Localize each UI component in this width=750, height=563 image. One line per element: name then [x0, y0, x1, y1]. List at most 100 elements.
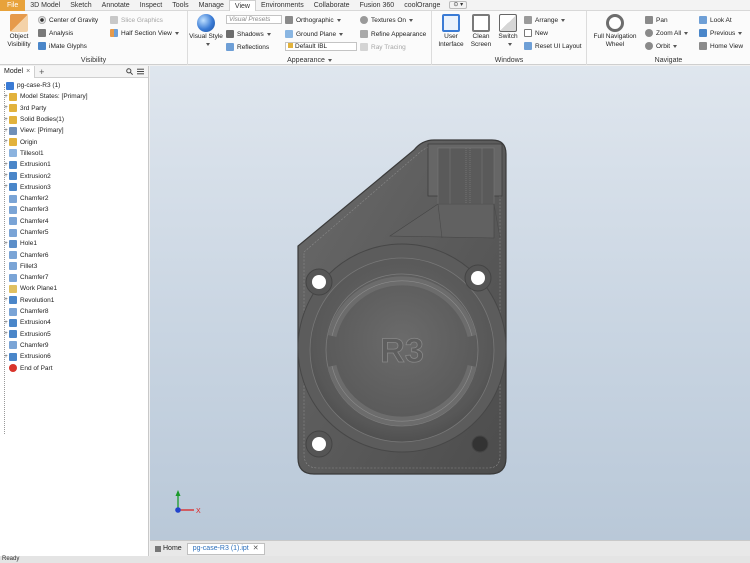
tree-item-label: End of Part	[20, 364, 53, 372]
tree-item[interactable]: + Extrusion4	[0, 317, 148, 328]
tree-item[interactable]: + Extrusion3	[0, 182, 148, 193]
menu-annotate[interactable]: Annotate	[97, 0, 135, 11]
mounting-hole	[305, 430, 333, 458]
home-view-button[interactable]: Home View	[699, 41, 743, 51]
visual-presets-select[interactable]: Visual Presets	[226, 15, 282, 24]
slice-graphics-button[interactable]: Slice Graphics	[110, 15, 163, 25]
tree-item-label: Chamfer8	[20, 308, 49, 316]
analysis-button[interactable]: Analysis	[38, 28, 73, 38]
tree-item[interactable]: + Extrusion1	[0, 159, 148, 170]
lighting-style-select[interactable]: Default IBL	[285, 42, 357, 51]
pan-button[interactable]: Pan	[645, 15, 668, 25]
shadows-button[interactable]: Shadows	[226, 29, 271, 39]
view-icon	[9, 126, 17, 135]
tab-model[interactable]: Model ×	[0, 65, 36, 78]
tree-item[interactable]: Chamfer2	[0, 193, 148, 204]
tree-item[interactable]: Chamfer7	[0, 272, 148, 283]
analysis-label: Analysis	[49, 29, 74, 37]
menu-icon[interactable]	[137, 68, 144, 75]
toggle-icon[interactable]: ⊙ ▾	[449, 1, 468, 9]
menu-manage[interactable]: Manage	[194, 0, 229, 11]
clean-screen-button[interactable]: Clean Screen	[468, 14, 494, 49]
menu-coolorange[interactable]: coolOrange	[399, 0, 445, 11]
menu-view[interactable]: View	[228, 0, 256, 11]
tree-item[interactable]: Chamfer9	[0, 340, 148, 351]
imate-glyphs-button[interactable]: iMate Glyphs	[38, 41, 87, 51]
new-window-label: New	[535, 29, 549, 37]
arrange-icon	[524, 16, 532, 24]
navigate-group: Full Navigation Wheel Pan Zoom All Orbit…	[587, 11, 750, 65]
switch-label: Switch	[498, 33, 518, 40]
tree-item[interactable]: + Solid Bodies(1)	[0, 114, 148, 125]
user-interface-label: User Interface	[438, 33, 464, 48]
menu-tools[interactable]: Tools	[167, 0, 193, 11]
half-section-view-button[interactable]: Half Section View	[110, 28, 179, 38]
new-window-button[interactable]: New	[524, 28, 548, 38]
tree-item[interactable]: + View: [Primary]	[0, 125, 148, 136]
chevron-down-icon	[336, 18, 341, 22]
menu-file[interactable]: File	[0, 0, 26, 11]
arrange-button[interactable]: Arrange	[524, 15, 566, 25]
orthographic-button[interactable]: Orthographic	[285, 15, 341, 25]
tree-item[interactable]: Chamfer3	[0, 204, 148, 215]
close-icon[interactable]: ×	[26, 68, 30, 75]
tree-item[interactable]: Fillet3	[0, 261, 148, 272]
full-navigation-wheel-button[interactable]: Full Navigation Wheel	[589, 14, 641, 49]
add-browser-tab-button[interactable]: +	[35, 67, 48, 77]
menu-sketch[interactable]: Sketch	[65, 0, 96, 11]
tree-item[interactable]: + Extrusion5	[0, 329, 148, 340]
part-engraving: R3	[380, 332, 423, 370]
tree-item[interactable]: + Extrusion6	[0, 351, 148, 362]
appearance-group-title[interactable]: Appearance	[188, 57, 431, 64]
search-icon[interactable]	[126, 68, 133, 75]
tree-item[interactable]: + Extrusion2	[0, 170, 148, 181]
refine-appearance-button[interactable]: Refine Appearance	[360, 29, 426, 39]
close-icon[interactable]: ✕	[253, 543, 259, 555]
menu-bar: File 3D Model Sketch Annotate Inspect Tools Ma…	[0, 0, 750, 11]
tree-item[interactable]: + Revolution1	[0, 295, 148, 306]
analysis-icon	[38, 29, 46, 37]
tree-item[interactable]: +3rd Party	[0, 103, 148, 114]
tree-item[interactable]: + Hole1	[0, 238, 148, 249]
tree-item[interactable]: Tillesol1	[0, 148, 148, 159]
center-of-gravity-button[interactable]: Center of Gravity	[38, 15, 98, 25]
reset-icon	[524, 42, 532, 50]
tree-item[interactable]: Chamfer6	[0, 249, 148, 260]
tree-item[interactable]: End of Part	[0, 362, 148, 373]
menu-environments[interactable]: Environments	[256, 0, 309, 11]
look-at-button[interactable]: Look At	[699, 15, 732, 25]
previous-view-button[interactable]: Previous	[699, 28, 743, 38]
tab-document-label: pg-case-R3 (1).ipt	[192, 544, 249, 552]
reflections-button[interactable]: Reflections	[226, 42, 269, 52]
visual-style-button[interactable]: Visual Style	[188, 14, 224, 49]
look-at-icon	[699, 16, 707, 24]
tree-item[interactable]: Work Plane1	[0, 283, 148, 294]
ground-plane-button[interactable]: Ground Plane	[285, 29, 344, 39]
textures-on-button[interactable]: Textures On	[360, 15, 414, 25]
reset-ui-layout-button[interactable]: Reset UI Layout	[524, 41, 582, 51]
menu-3d-model[interactable]: 3D Model	[25, 0, 65, 11]
menu-inspect[interactable]: Inspect	[135, 0, 168, 11]
tree-item[interactable]: + Origin	[0, 136, 148, 147]
menu-fusion-360[interactable]: Fusion 360	[355, 0, 400, 11]
zoom-all-button[interactable]: Zoom All	[645, 28, 689, 38]
orbit-button[interactable]: Orbit	[645, 41, 678, 51]
tree-item[interactable]: pg-case-R3 (1)	[0, 80, 148, 91]
tree-item[interactable]: + Model States: [Primary]	[0, 91, 148, 102]
graphics-viewport[interactable]: R3 X	[150, 66, 750, 540]
clean-screen-label: Clean Screen	[470, 33, 492, 48]
tree-item[interactable]: Chamfer4	[0, 216, 148, 227]
ray-tracing-button[interactable]: Ray Tracing	[360, 42, 406, 52]
windows-group-title: Windows	[494, 57, 524, 64]
switch-button[interactable]: Switch	[494, 14, 522, 49]
object-visibility-button[interactable]: Object Visibility	[4, 14, 34, 49]
half-section-view-icon	[110, 29, 118, 37]
center-of-gravity-label: Center of Gravity	[49, 16, 99, 24]
menu-collaborate[interactable]: Collaborate	[309, 0, 355, 11]
ground-plane-icon	[285, 30, 293, 38]
tree-item[interactable]: Chamfer8	[0, 306, 148, 317]
tab-home[interactable]: Home	[150, 543, 187, 555]
tab-document[interactable]: pg-case-R3 (1).ipt ✕	[186, 542, 265, 555]
tree-item[interactable]: Chamfer5	[0, 227, 148, 238]
user-interface-button[interactable]: User Interface	[436, 14, 466, 49]
